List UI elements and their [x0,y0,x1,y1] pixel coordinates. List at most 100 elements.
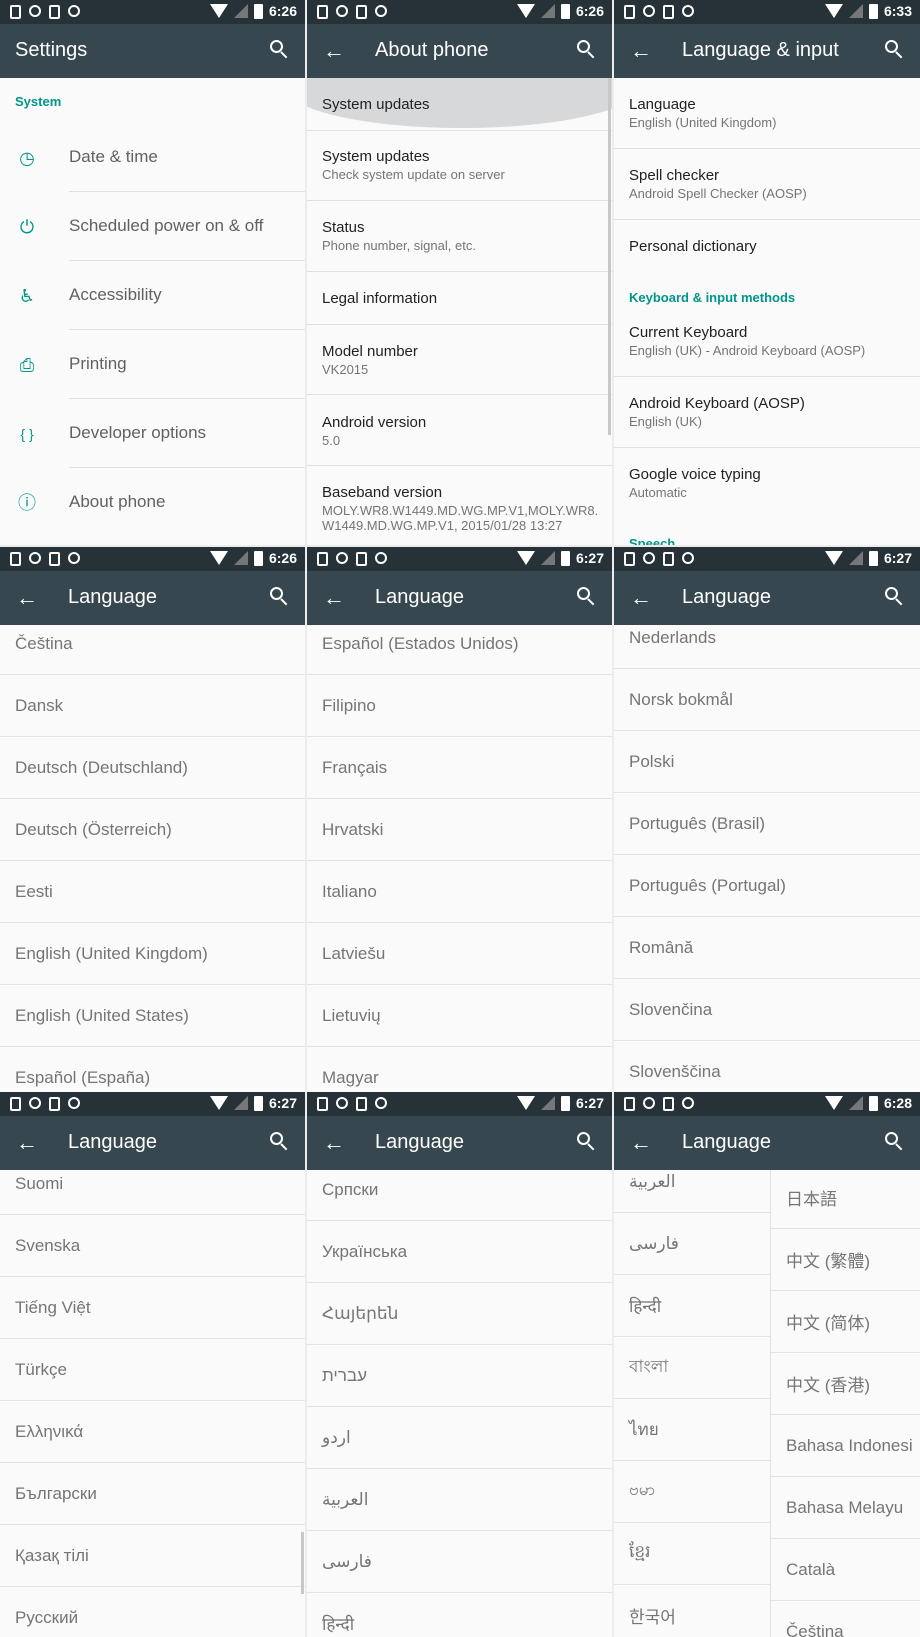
language-item[interactable]: Magyar [307,1047,612,1092]
scrollbar[interactable] [608,78,611,435]
settings-item-date-time[interactable]: ◷ Date & time [0,123,305,192]
language-item[interactable]: ဗမာ [614,1461,770,1523]
language-item[interactable]: Čeština [771,1601,920,1637]
back-arrow-icon[interactable]: ← [323,1130,345,1156]
about-item-legal-information[interactable]: Legal information [307,290,612,307]
item-android-keyboard[interactable]: Android Keyboard (AOSP) English (UK) [614,395,920,429]
section-header-speech: Speech [629,536,676,545]
language-item[interactable]: English (United States) [0,985,305,1047]
language-item[interactable]: Русский [0,1587,305,1637]
item-title: Spell checker [629,167,720,184]
item-language[interactable]: Language English (United Kingdom) [614,96,920,130]
language-item[interactable]: Norsk bokmål [614,669,920,731]
item-google-voice-typing[interactable]: Google voice typing Automatic [614,466,920,500]
language-item[interactable]: Español (Estados Unidos) [307,613,612,675]
about-item-system-updates[interactable]: System updates Check system update on se… [307,148,612,182]
language-item[interactable]: Қазақ тілі [0,1525,305,1587]
language-item[interactable]: ไทย [614,1399,770,1461]
clock-icon: ◷ [19,148,35,168]
back-arrow-icon[interactable]: ← [323,38,345,64]
settings-item-developer-options[interactable]: { } Developer options [0,399,305,468]
language-item[interactable]: Српски [307,1159,612,1221]
language-item[interactable]: Nederlands [614,607,920,669]
scrollbar[interactable] [301,1532,304,1594]
about-item-status[interactable]: Status Phone number, signal, etc. [307,219,612,253]
language-item[interactable]: हिन्दी [614,1275,770,1337]
language-list: Suomi Svenska Tiếng Việt Türkçe Ελληνικά… [0,1170,305,1637]
language-item[interactable]: Ελληνικά [0,1401,305,1463]
back-arrow-icon[interactable]: ← [323,585,345,611]
search-icon[interactable] [576,39,598,61]
language-item[interactable]: فارسی [307,1531,612,1593]
language-item[interactable]: বাংলা [614,1337,770,1399]
language-item[interactable]: Polski [614,731,920,793]
about-item-model-number[interactable]: Model number VK2015 [307,343,612,377]
search-icon[interactable] [884,1131,906,1153]
language-item[interactable]: ខ្មែរ [614,1523,770,1585]
language-item[interactable]: Hrvatski [307,799,612,861]
language-item[interactable]: Bahasa Melayu [771,1477,920,1539]
about-item-system-updates-highlighted[interactable]: System updates [307,78,612,130]
language-item[interactable]: 中文 (繁體) [771,1229,920,1291]
settings-item-about-phone[interactable]: ⓘ About phone [0,468,305,537]
language-item[interactable]: Svenska [0,1215,305,1277]
search-icon[interactable] [576,1131,598,1153]
about-item-android-version[interactable]: Android version 5.0 [307,414,612,448]
sd-card-icon [663,1097,674,1111]
back-arrow-icon[interactable]: ← [16,585,38,611]
settings-item-scheduled-power[interactable]: ⏻ Scheduled power on & off [0,192,305,261]
search-icon[interactable] [884,39,906,61]
language-item[interactable]: 日本語 [771,1167,920,1229]
search-icon[interactable] [269,1131,291,1153]
language-item[interactable]: العربية [614,1151,770,1213]
language-item[interactable]: Հայերեն [307,1283,612,1345]
language-item[interactable]: Português (Portugal) [614,855,920,917]
language-item[interactable]: Türkçe [0,1339,305,1401]
language-item[interactable]: Български [0,1463,305,1525]
language-item[interactable]: Italiano [307,861,612,923]
language-item[interactable]: اردو [307,1407,612,1469]
search-icon[interactable] [269,586,291,608]
search-icon[interactable] [269,39,291,61]
language-item[interactable]: Français [307,737,612,799]
language-item[interactable]: Bahasa Indonesi [771,1415,920,1477]
about-item-baseband-version[interactable]: Baseband version MOLY.WR8.W1449.MD.WG.MP… [307,484,612,533]
language-item[interactable]: Deutsch (Deutschland) [0,737,305,799]
language-item[interactable]: Latviešu [307,923,612,985]
language-item[interactable]: Deutsch (Österreich) [0,799,305,861]
language-item[interactable]: Dansk [0,675,305,737]
language-item[interactable]: Filipino [307,675,612,737]
language-item[interactable]: Suomi [0,1153,305,1215]
language-item[interactable]: Lietuvių [307,985,612,1047]
language-item[interactable]: Slovenščina [614,1041,920,1092]
search-icon[interactable] [576,586,598,608]
language-item[interactable]: 中文 (简体) [771,1291,920,1353]
back-arrow-icon[interactable]: ← [630,38,652,64]
language-item[interactable]: Română [614,917,920,979]
language-item[interactable]: Čeština [0,613,305,675]
android-icon [68,552,80,564]
language-item[interactable]: Català [771,1539,920,1601]
language-item[interactable]: Español (España) [0,1047,305,1092]
language-item[interactable]: Slovenčina [614,979,920,1041]
language-item[interactable]: עברית [307,1345,612,1407]
settings-item-printing[interactable]: ⎙ Printing [0,330,305,399]
search-icon[interactable] [884,586,906,608]
language-item[interactable]: 한국어 [614,1585,770,1637]
language-panel-1: 6:26 ← Language Čeština Dansk Deutsch (D… [0,547,305,1092]
language-item[interactable]: हिन्दी [307,1593,612,1637]
language-item[interactable]: Português (Brasil) [614,793,920,855]
item-spell-checker[interactable]: Spell checker Android Spell Checker (AOS… [614,167,920,201]
item-personal-dictionary[interactable]: Personal dictionary [614,238,920,255]
language-item[interactable]: Eesti [0,861,305,923]
language-item[interactable]: العربية [307,1469,612,1531]
language-item[interactable]: Tiếng Việt [0,1277,305,1339]
language-item[interactable]: فارسی [614,1213,770,1275]
clock-time: 6:27 [575,550,604,566]
settings-item-accessibility[interactable]: ♿ Accessibility [0,261,305,330]
item-title: System updates [322,96,430,113]
item-current-keyboard[interactable]: Current Keyboard English (UK) - Android … [614,324,920,358]
language-item[interactable]: Українська [307,1221,612,1283]
language-item[interactable]: English (United Kingdom) [0,923,305,985]
language-item[interactable]: 中文 (香港) [771,1353,920,1415]
